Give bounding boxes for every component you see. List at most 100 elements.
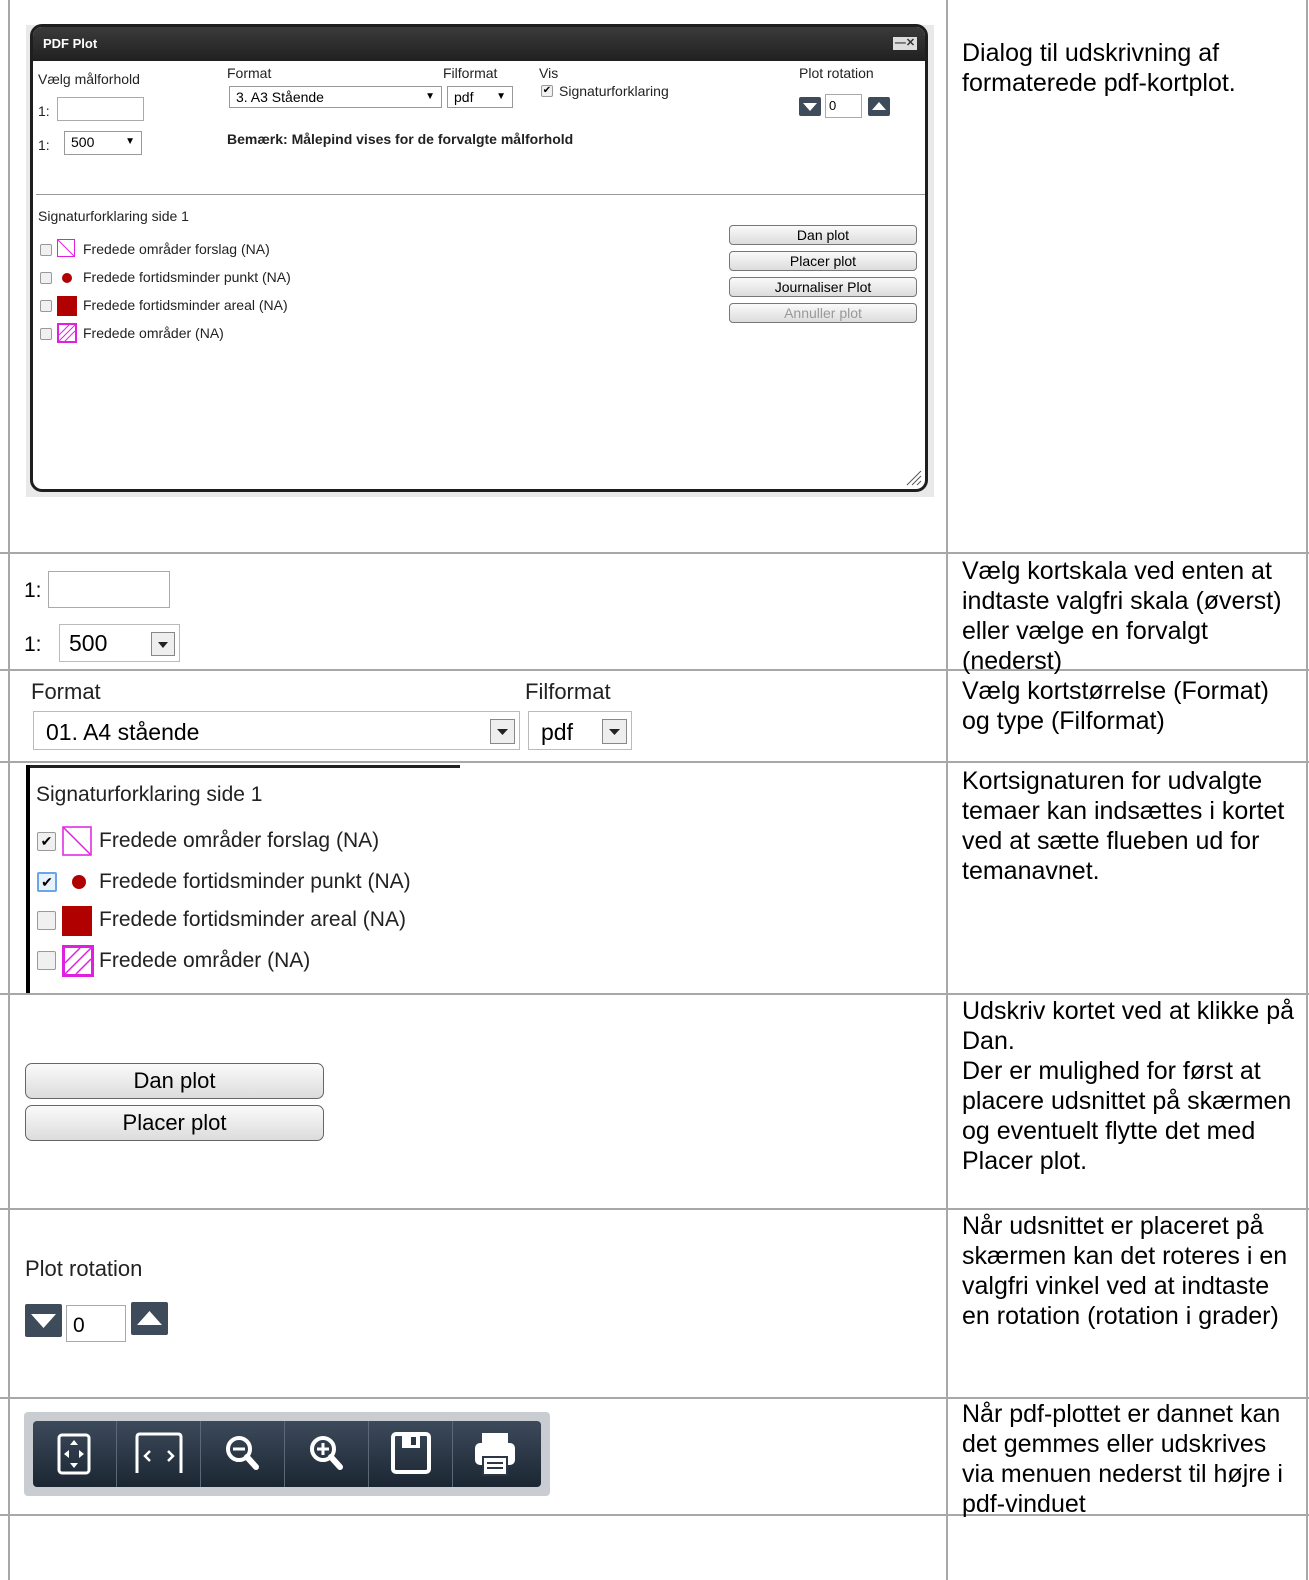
chevron-down-icon: ▼ <box>125 136 135 147</box>
row-description: Dialog til udskrivning af formaterede pd… <box>962 39 1236 97</box>
fit-page-button[interactable] <box>33 1421 117 1487</box>
scale-prefix: 1: <box>24 579 42 602</box>
rotate-up-button[interactable] <box>131 1302 168 1335</box>
custom-scale-input[interactable] <box>48 571 170 608</box>
placer-plot-button[interactable]: Placer plot <box>25 1105 324 1141</box>
rotate-down-button[interactable] <box>25 1304 62 1337</box>
format-select[interactable]: 01. A4 stående <box>33 711 520 750</box>
format-select[interactable]: 3. A3 Stående ▼ <box>229 86 442 108</box>
dropdown-button[interactable] <box>151 632 175 656</box>
scale-select-value: 500 <box>69 630 108 656</box>
row-description: Kortsignaturen for udvalgte temaer kan i… <box>962 767 1285 885</box>
legend-checkbox[interactable] <box>40 300 52 312</box>
placer-plot-button[interactable]: Placer plot <box>729 251 917 271</box>
format-select-value: 3. A3 Stående <box>236 89 324 105</box>
rotation-label: Plot rotation <box>799 65 874 81</box>
legend-heading: Signaturforklaring side 1 <box>38 208 189 224</box>
annuller-plot-button[interactable]: Annuller plot <box>729 303 917 323</box>
dropdown-button[interactable] <box>602 719 627 744</box>
scale-prefix: 1: <box>24 633 42 656</box>
rotation-value: 0 <box>73 1314 85 1337</box>
triangle-down-icon <box>803 103 817 111</box>
scale-select[interactable]: 500 ▼ <box>64 131 142 155</box>
dropdown-button[interactable] <box>490 719 515 744</box>
legend-checkbox[interactable]: ✔ <box>37 832 56 851</box>
red-square-icon <box>57 296 77 316</box>
dan-plot-button[interactable]: Dan plot <box>729 225 917 245</box>
close-icon[interactable]: —✕ <box>893 37 917 50</box>
fit-page-icon <box>57 1433 91 1475</box>
legend-checkbox[interactable] <box>37 951 56 970</box>
fileformat-select[interactable]: pdf <box>528 711 632 750</box>
signatur-checkbox-label: Signaturforklaring <box>559 83 669 99</box>
rotate-up-button[interactable] <box>868 97 890 116</box>
chevron-down-icon <box>158 642 168 648</box>
triangle-up-icon <box>872 102 886 110</box>
fileformat-select-value: pdf <box>541 719 573 745</box>
scale-prefix: 1: <box>38 103 50 119</box>
pdf-plot-dialog: PDF Plot —✕ Vælg målforhold 1: 1: 500 ▼ … <box>30 24 928 492</box>
fit-width-icon <box>135 1432 183 1473</box>
scale-select-value: 500 <box>71 134 95 150</box>
legend-item-label: Fredede fortidsminder punkt (NA) <box>99 870 411 893</box>
format-select-value: 01. A4 stående <box>46 719 200 745</box>
save-button[interactable] <box>369 1421 453 1487</box>
chevron-down-icon <box>609 729 620 735</box>
fit-width-button[interactable] <box>117 1421 201 1487</box>
pdf-toolbar <box>33 1421 541 1487</box>
legend-checkbox[interactable] <box>40 244 52 256</box>
row-description: Udskriv kortet ved at klikke på Dan. Der… <box>962 997 1295 1175</box>
row-divider <box>0 552 1309 554</box>
legend-checkbox[interactable] <box>40 272 52 284</box>
legend-item-label: Fredede områder (NA) <box>99 949 311 972</box>
row-divider <box>0 761 1309 763</box>
legend-item-label: Fredede fortidsminder punkt (NA) <box>83 269 291 285</box>
rotation-input[interactable]: 0 <box>825 94 862 118</box>
legend-checkbox[interactable] <box>37 911 56 930</box>
dialog-edge <box>26 765 30 993</box>
pdf-toolbar-frame <box>24 1412 550 1496</box>
table-border-left <box>8 0 10 1580</box>
red-square-icon <box>62 906 92 936</box>
resize-grip-icon[interactable] <box>903 467 923 487</box>
row-description: Vælg kortstørrelse (Format) og type (Fil… <box>962 677 1269 735</box>
dialog-title: PDF Plot <box>43 36 98 51</box>
red-dot-icon <box>62 273 72 283</box>
fileformat-select[interactable]: pdf ▼ <box>447 86 513 108</box>
diagonal-hatch-icon <box>57 323 77 343</box>
scale-select[interactable]: 500 <box>59 624 180 662</box>
fileformat-select-value: pdf <box>454 89 474 105</box>
hatch-swatch-icon <box>62 826 92 856</box>
legend-item-label: Fredede områder forslag (NA) <box>83 241 270 257</box>
row-description: Vælg kortskala ved enten at indtaste val… <box>962 557 1282 675</box>
fileformat-label: Filformat <box>525 679 611 704</box>
dan-plot-button[interactable]: Dan plot <box>25 1063 324 1099</box>
dialog-titlebar[interactable]: PDF Plot —✕ <box>33 27 925 61</box>
rotation-input[interactable]: 0 <box>66 1305 126 1342</box>
triangle-down-icon <box>31 1314 56 1328</box>
legend-checkbox[interactable] <box>40 328 52 340</box>
print-button[interactable] <box>453 1421 537 1487</box>
zoom-in-icon <box>310 1436 343 1470</box>
triangle-up-icon <box>137 1311 162 1325</box>
zoom-in-button[interactable] <box>285 1421 369 1487</box>
chevron-down-icon <box>497 729 508 735</box>
legend-item-label: Fredede fortidsminder areal (NA) <box>83 297 288 313</box>
format-label: Format <box>227 65 272 81</box>
row-description: Når pdf-plottet er dannet kan det gemmes… <box>962 1400 1283 1518</box>
vis-label: Vis <box>539 65 559 81</box>
rotation-label: Plot rotation <box>25 1256 143 1281</box>
dialog-edge <box>30 765 460 768</box>
legend-checkbox[interactable]: ✔ <box>37 872 57 892</box>
red-dot-icon <box>72 875 86 889</box>
rotate-down-button[interactable] <box>799 97 821 116</box>
fileformat-label: Filformat <box>443 65 498 81</box>
zoom-out-button[interactable] <box>201 1421 285 1487</box>
scale-prefix: 1: <box>38 137 50 153</box>
journaliser-plot-button[interactable]: Journaliser Plot <box>729 277 917 297</box>
row-description: Når udsnittet er placeret på skærmen kan… <box>962 1212 1288 1330</box>
legend-item-label: Fredede områder forslag (NA) <box>99 829 380 852</box>
custom-scale-input[interactable] <box>57 97 144 121</box>
signatur-checkbox[interactable]: ✔ <box>541 85 553 97</box>
hatch-swatch-icon <box>57 239 75 257</box>
